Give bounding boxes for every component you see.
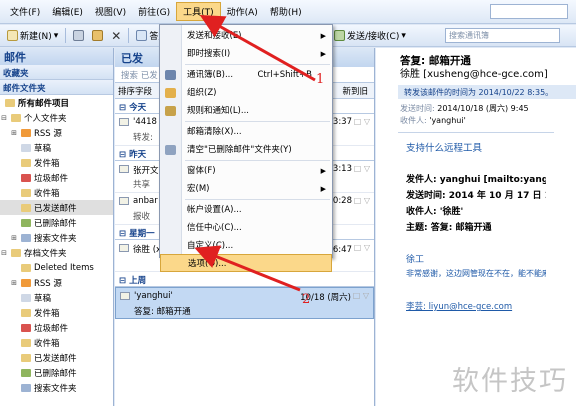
arrow-2 [194, 245, 301, 292]
annotation-arrows [194, 15, 316, 292]
watermark-text: 软件技巧 [452, 366, 568, 397]
annotation-number-2: 2 [302, 292, 311, 307]
annotation-number-1: 1 [316, 72, 325, 87]
arrow-1 [199, 15, 316, 82]
